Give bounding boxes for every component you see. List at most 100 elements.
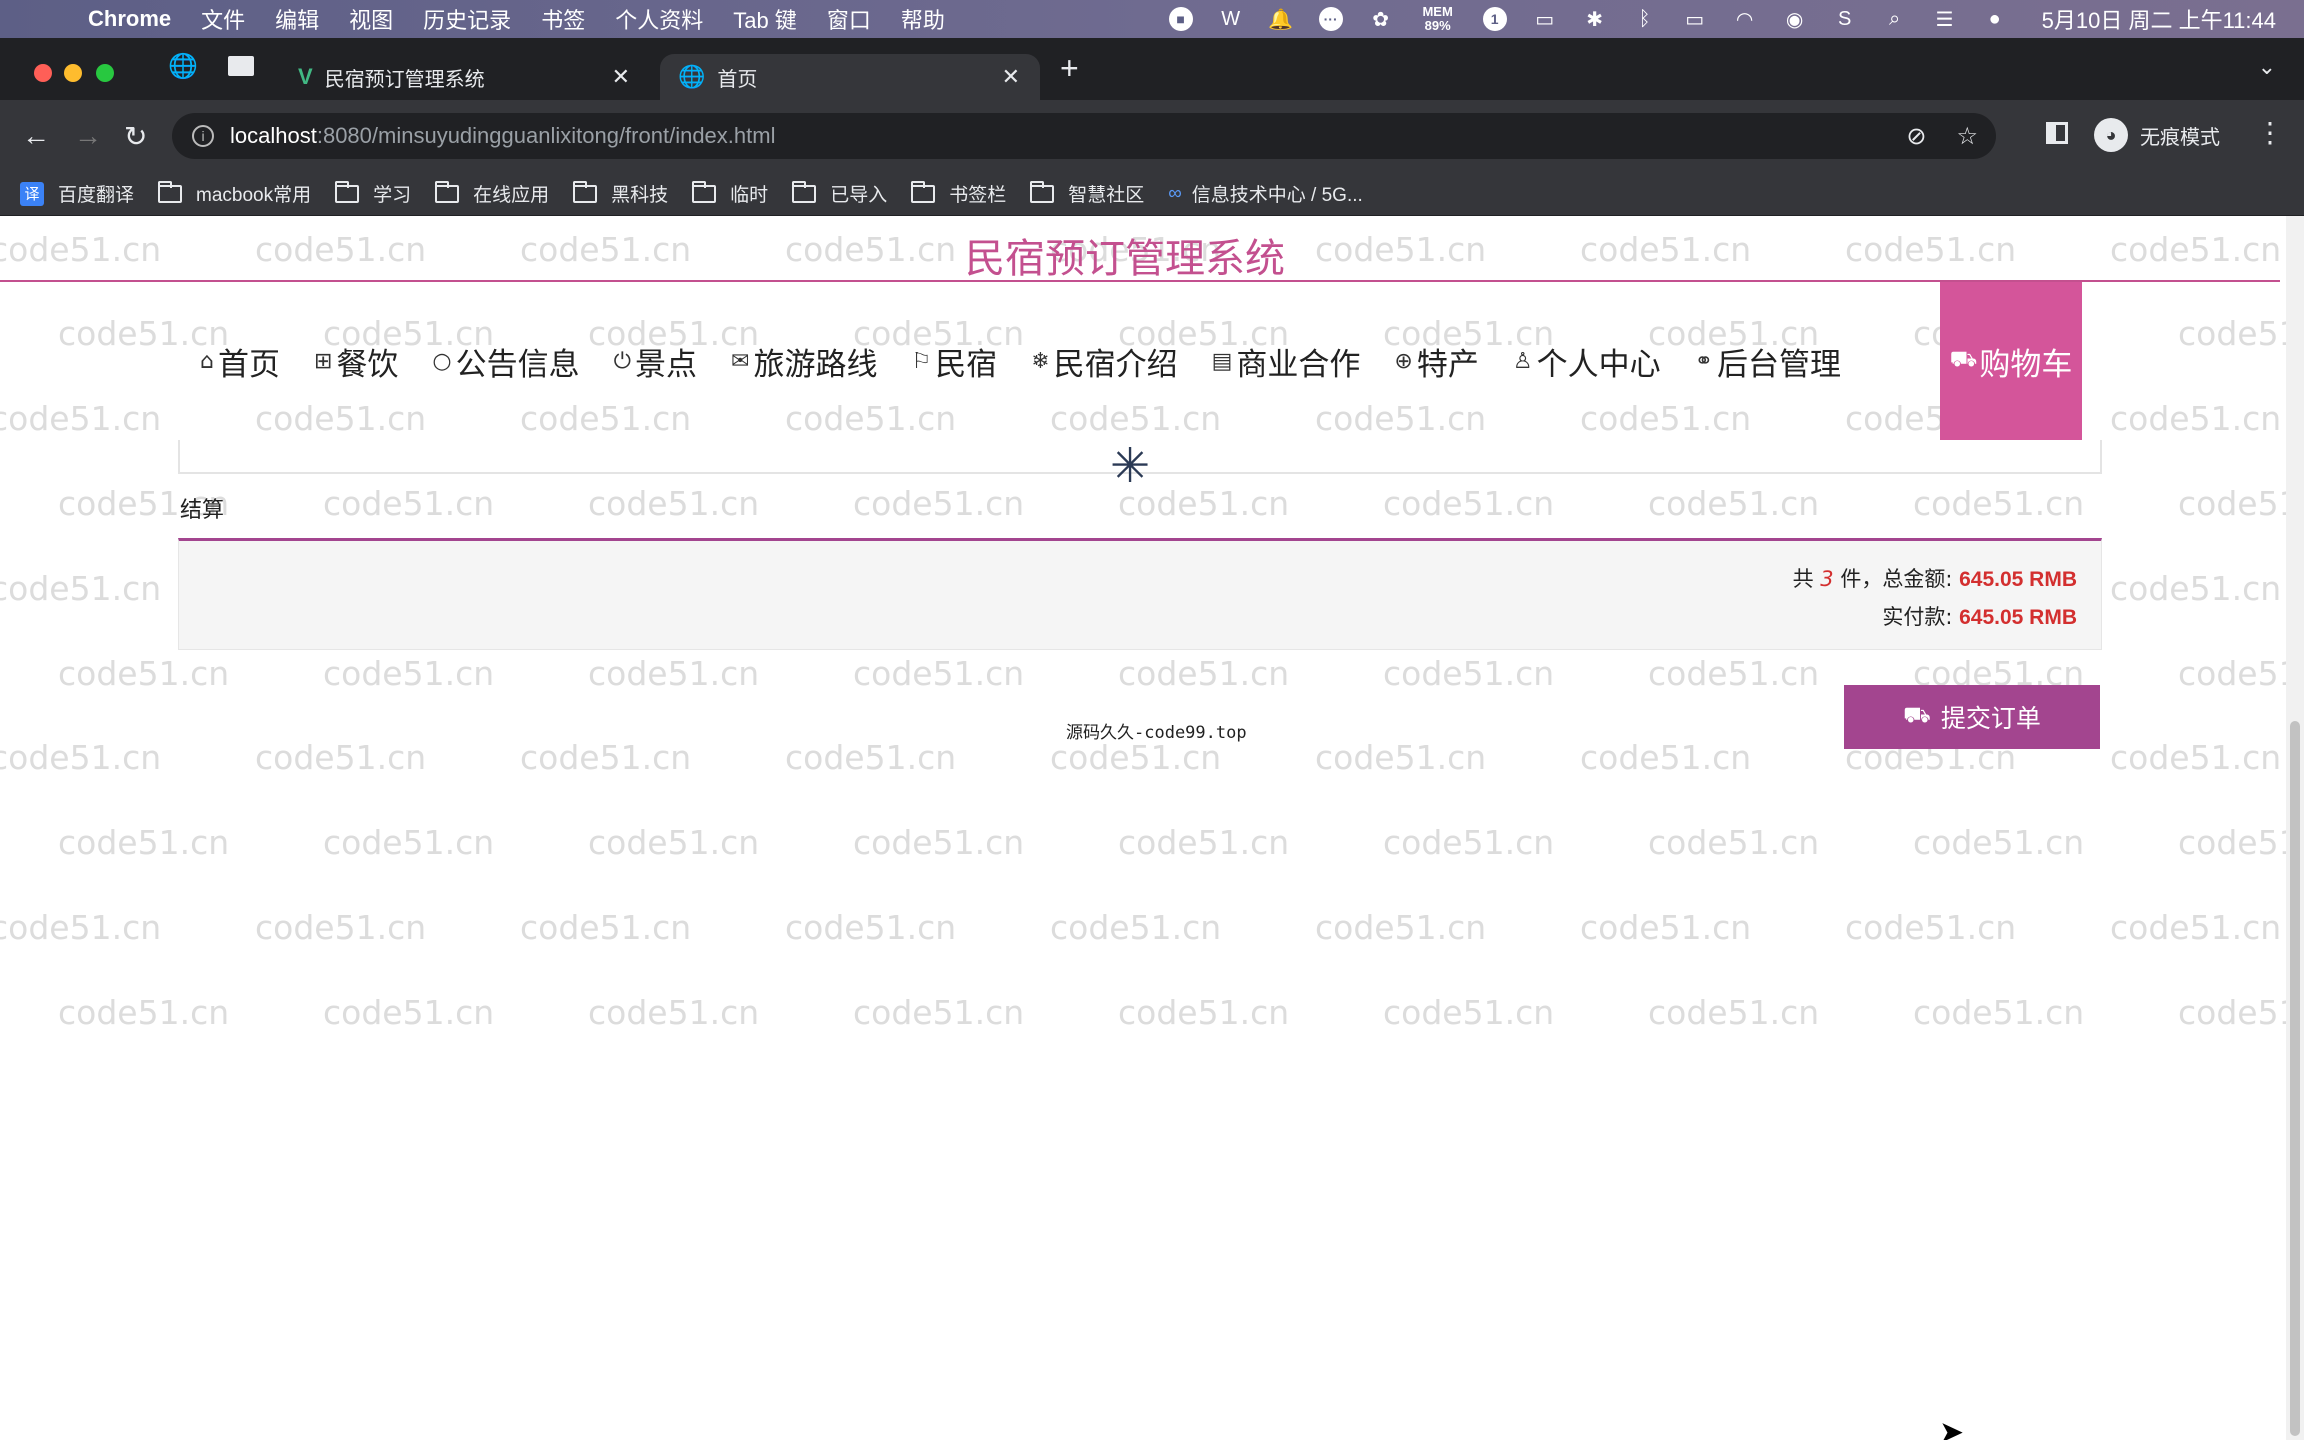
side-panel-icon[interactable] [2046, 122, 2068, 144]
tab-search-chevron-icon[interactable]: ⌄ [2258, 54, 2276, 80]
menu-file[interactable]: 文件 [201, 3, 245, 35]
nav-homestay[interactable]: ⚐ 民宿 [911, 339, 997, 384]
bookmark-folder[interactable]: 智慧社区 [1030, 180, 1144, 207]
home-icon: ⌂ [200, 348, 214, 374]
pinned-tab-globe-icon[interactable]: 🌐 [168, 52, 198, 81]
maximize-window-button[interactable] [96, 64, 114, 82]
nav-homestay-intro[interactable]: ❄ 民宿介绍 [1031, 339, 1177, 384]
watermark-text: code51.cn [588, 654, 760, 693]
menubar-datetime[interactable]: 5月10日 周二 上午11:44 [2042, 3, 2276, 35]
menu-app-name[interactable]: Chrome [88, 6, 171, 32]
address-bar[interactable]: i localhost:8080/minsuyudingguanlixitong… [172, 113, 1996, 159]
search-icon[interactable]: ⌕ [1880, 4, 1910, 34]
watermark-text: code51.cn [588, 993, 760, 1032]
nav-personal-center[interactable]: ♙ 个人中心 [1513, 339, 1661, 384]
new-tab-icon[interactable]: + [1060, 50, 1079, 87]
tab-title: 民宿预订管理系统 [324, 68, 485, 91]
nav-routes[interactable]: ✉ 旅游路线 [731, 339, 877, 384]
menu-view[interactable]: 视图 [349, 3, 393, 35]
calendar-icon: ▤ [1211, 348, 1233, 374]
bookmark-folder[interactable]: 书签栏 [911, 180, 1006, 207]
tab-strip: 🌐 V 民宿预订管理系统 ✕ 🌐 首页 ✕ + ⌄ [0, 38, 2304, 100]
back-icon[interactable]: ← [22, 120, 50, 152]
tools-icon[interactable]: ✱ [1580, 4, 1610, 34]
chat-icon[interactable]: ··· [1316, 4, 1346, 34]
nav-cart[interactable]: ⛟ 购物车 [1940, 282, 2082, 440]
app-status-icon[interactable]: ✿ [1366, 4, 1396, 34]
bookmark-baidu-translate[interactable]: 译百度翻译 [20, 180, 134, 207]
battery-icon[interactable]: ▭ [1680, 4, 1710, 34]
nav-business[interactable]: ▤ 商业合作 [1212, 339, 1361, 384]
nav-specialty[interactable]: ⊕ 特产 [1394, 339, 1478, 384]
tab-home[interactable]: 🌐 首页 ✕ [660, 54, 1040, 100]
memory-indicator[interactable]: MEM 89% [1416, 5, 1460, 33]
watermark-text: code51.cn [588, 823, 760, 862]
user-icon[interactable]: ◉ [1780, 4, 1810, 34]
bookmark-folder[interactable]: 黑科技 [573, 180, 668, 207]
watermark-text: code51.cn [58, 654, 230, 693]
menu-bookmarks[interactable]: 书签 [541, 3, 585, 35]
word-icon[interactable]: W [1216, 4, 1246, 34]
watermark-text: code51.cn [2110, 399, 2282, 438]
watermark-text: code51.cn [853, 484, 1025, 523]
bookmark-folder[interactable]: 已导入 [792, 180, 887, 207]
submit-order-button[interactable]: ⛟ 提交订单 [1844, 685, 2100, 749]
menu-edit[interactable]: 编辑 [275, 3, 319, 35]
eye-off-icon[interactable]: ⊘ [1906, 122, 1926, 151]
nav-attractions[interactable]: ⏻ 景点 [614, 339, 697, 384]
watermark-text: code51.cn [323, 654, 495, 693]
watermark-text: code51.cn [853, 654, 1025, 693]
page-scrollbar[interactable] [2286, 216, 2304, 1440]
nav-announcements[interactable]: ○ 公告信息 [432, 339, 579, 384]
menu-profile[interactable]: 个人资料 [615, 3, 703, 35]
checkout-summary: 共 3 件，总金额: 645.05 RMB 实付款: 645.05 RMB [178, 538, 2102, 650]
bookmark-star-icon[interactable]: ☆ [1956, 122, 1978, 151]
nav-admin[interactable]: ⚭ 后台管理 [1695, 339, 1841, 384]
menu-dots-icon[interactable]: ⋮ [2256, 116, 2284, 149]
close-tab-icon[interactable]: ✕ [612, 64, 630, 90]
folder-icon [158, 180, 183, 203]
s-app-icon[interactable]: S [1830, 4, 1860, 34]
site-info-icon[interactable]: i [192, 125, 214, 147]
nav-dining[interactable]: ⊞ 餐饮 [314, 339, 398, 384]
menu-help[interactable]: 帮助 [901, 3, 945, 35]
scrollbar-thumb[interactable] [2290, 721, 2300, 1436]
incognito-label: 无痕模式 [2140, 126, 2220, 149]
tab-system[interactable]: V 民宿预订管理系统 ✕ [280, 54, 650, 100]
bell-icon[interactable]: 🔔 [1266, 4, 1296, 34]
watermark-text: code51.cn [0, 908, 162, 947]
siri-icon[interactable]: ● [1980, 4, 2010, 34]
reload-icon[interactable]: ↻ [124, 120, 147, 153]
watermark-text: code51.cn [1580, 738, 1752, 777]
nav-home[interactable]: ⌂ 首页 [200, 339, 280, 384]
menu-tab[interactable]: Tab 键 [733, 3, 797, 35]
bookmark-folder[interactable]: 学习 [335, 180, 411, 207]
pinned-tab-window-icon[interactable] [228, 56, 254, 76]
forward-icon[interactable]: → [74, 120, 102, 152]
wifi-icon[interactable]: ◠ [1730, 4, 1760, 34]
watermark-text: code51.cn [58, 993, 230, 1032]
bookmark-info-center[interactable]: ∞ 信息技术中心 / 5G... [1168, 180, 1363, 207]
bookmark-folder[interactable]: 在线应用 [435, 180, 549, 207]
record-icon[interactable]: ■ [1166, 4, 1196, 34]
watermark-text: code51.cn [1383, 993, 1555, 1032]
menu-window[interactable]: 窗口 [827, 3, 871, 35]
watermark-text: code51.cn [323, 993, 495, 1032]
close-window-button[interactable] [34, 64, 52, 82]
folder-icon [435, 180, 460, 203]
watermark-text: code51.cn [323, 823, 495, 862]
window-icon[interactable]: ▭ [1530, 4, 1560, 34]
onepassword-icon[interactable]: 1 [1480, 4, 1510, 34]
watermark-text: code51.cn [1580, 908, 1752, 947]
bluetooth-icon[interactable]: ᛒ [1630, 4, 1660, 34]
menu-history[interactable]: 历史记录 [423, 3, 511, 35]
control-center-icon[interactable]: ☰ [1930, 4, 1960, 34]
total-row: 共 3 件，总金额: 645.05 RMB [1792, 567, 2077, 591]
close-tab-icon[interactable]: ✕ [1002, 64, 1020, 90]
bookmark-folder[interactable]: macbook常用 [158, 180, 311, 207]
bookmark-folder[interactable]: 临时 [692, 180, 768, 207]
watermark-text: code51.cn [1913, 484, 2085, 523]
incognito-profile[interactable]: ◕ 无痕模式 [2094, 118, 2220, 152]
watermark-text: code51.cn [1913, 823, 2085, 862]
minimize-window-button[interactable] [64, 64, 82, 82]
